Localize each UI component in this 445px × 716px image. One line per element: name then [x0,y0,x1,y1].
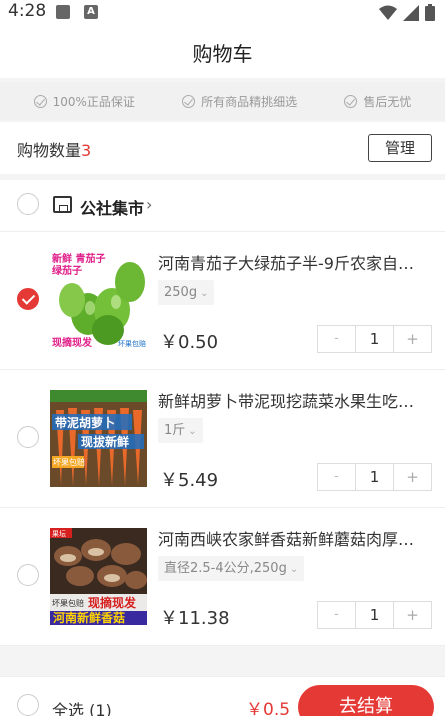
checkout-button[interactable]: 去结算 [298,685,434,716]
status-time: 4:28 [8,1,47,21]
chevron-right-icon[interactable]: › [146,195,152,214]
cart-count-label: 购物数量 [17,141,82,160]
store-icon [53,196,72,213]
total-price: ￥0.5 [246,700,291,716]
image-text: 坏果包赔 [53,457,85,467]
signal-icon [403,4,419,21]
guarantee-label: 100%正品保证 [52,94,135,109]
spec-selector[interactable]: 直径2.5-4公分,250g ⌄ [158,556,305,581]
item-select-radio[interactable] [17,426,39,448]
product-title[interactable]: 新鲜胡萝卜带泥现挖蔬菜水果生吃… [158,388,428,412]
product-price: ￥5.49 [160,470,219,491]
cart-count-bar: 购物数量3 管理 [0,122,445,174]
increase-button[interactable]: + [394,602,431,628]
product-image-eggplant[interactable]: 新鲜 青茄子 绿茄子 现摘现发 坏果包赔 [50,252,147,349]
shop-card: 公社集市 › 新鲜 青茄子 绿茄子 现摘现发 坏果包赔 河南青茄子大绿茄子半-9… [0,180,445,646]
checkout-bar: 全选 (1) ￥0.5 去结算 [0,676,445,716]
a-notification-icon: A [84,5,98,19]
image-text: 河南新鲜香菇 [52,610,125,625]
decrease-button[interactable]: - [318,326,356,352]
guarantee-selected: 所有商品精挑细选 [182,93,297,110]
status-icons [379,4,435,21]
image-text: 现摘现发 [88,595,137,610]
chevron-down-icon: ⌄ [188,426,197,437]
guarantee-label: 售后无忧 [363,94,412,109]
quantity-value[interactable]: 1 [356,602,394,628]
product-title[interactable]: 河南西峡农家鲜香菇新鲜蘑菇肉厚… [158,526,428,550]
check-circle-icon [182,94,196,108]
wifi-icon [379,5,397,20]
cart-item: 带泥胡萝卜 现拔新鲜 坏果包赔 新鲜胡萝卜带泥现挖蔬菜水果生吃… 1斤 ⌄ ￥5.… [0,370,445,508]
cart-item: 新鲜 青茄子 绿茄子 现摘现发 坏果包赔 河南青茄子大绿茄子半-9斤农家自… 2… [0,232,445,370]
quantity-value[interactable]: 1 [356,464,394,490]
product-price: ￥11.38 [160,608,230,629]
increase-button[interactable]: + [394,464,431,490]
check-circle-icon [33,94,47,108]
product-image-mushroom[interactable]: 果坛 坏果包赔 现摘现发 河南新鲜香菇 [50,528,147,625]
image-text: 坏果包赔 [52,598,84,608]
shop-select-radio[interactable] [17,193,39,215]
chevron-down-icon: ⌄ [289,564,299,575]
quantity-stepper: - 1 + [317,325,432,353]
item-select-radio[interactable] [17,288,39,310]
guarantee-after-sales: 售后无忧 [344,93,411,110]
decrease-button[interactable]: - [318,602,356,628]
page-title: 购物车 [192,42,253,66]
cart-count-number: 3 [81,141,92,160]
image-notification-icon [56,5,70,19]
guarantee-label: 所有商品精挑细选 [201,94,298,109]
spec-selector[interactable]: 1斤 ⌄ [158,418,203,443]
increase-button[interactable]: + [394,326,431,352]
image-text: 果坛 [52,529,66,538]
cart-count: 购物数量3 [17,137,91,161]
product-image-carrot[interactable]: 带泥胡萝卜 现拔新鲜 坏果包赔 [50,390,147,487]
image-text: 坏果包赔 [118,339,146,348]
image-text: 现摘现发 [52,336,93,349]
image-text: 新鲜 青茄子 [52,252,105,265]
product-price: ￥0.50 [160,332,219,353]
cart-item: 果坛 坏果包赔 现摘现发 河南新鲜香菇 河南西峡农家鲜香菇新鲜蘑菇肉厚… 直径2… [0,508,445,646]
chevron-down-icon: ⌄ [200,288,209,299]
item-select-radio[interactable] [17,564,39,586]
quantity-value[interactable]: 1 [356,326,394,352]
spec-value: 直径2.5-4公分,250g [164,561,287,576]
shop-name[interactable]: 公社集市 [80,195,144,219]
spec-value: 1斤 [164,423,186,438]
image-text: 带泥胡萝卜 [55,415,115,430]
manage-button[interactable]: 管理 [368,134,432,162]
image-text: 绿茄子 [52,264,82,277]
guarantee-bar: 100%正品保证 所有商品精挑细选 售后无忧 [0,82,445,120]
shop-header: 公社集市 › [0,180,445,232]
product-title[interactable]: 河南青茄子大绿茄子半-9斤农家自… [158,250,428,274]
select-all-label[interactable]: 全选 (1) [52,697,112,716]
quantity-stepper: - 1 + [317,463,432,491]
battery-icon [425,4,435,21]
guarantee-authentic: 100%正品保证 [33,93,135,110]
spec-selector[interactable]: 250g ⌄ [158,280,215,305]
check-circle-icon [344,94,358,108]
spec-value: 250g [164,285,198,300]
decrease-button[interactable]: - [318,464,356,490]
quantity-stepper: - 1 + [317,601,432,629]
status-bar: 4:28 A [0,0,445,26]
image-text: 现拔新鲜 [81,434,129,449]
title-bar: 购物车 [0,26,445,78]
select-all-radio[interactable] [17,694,39,716]
